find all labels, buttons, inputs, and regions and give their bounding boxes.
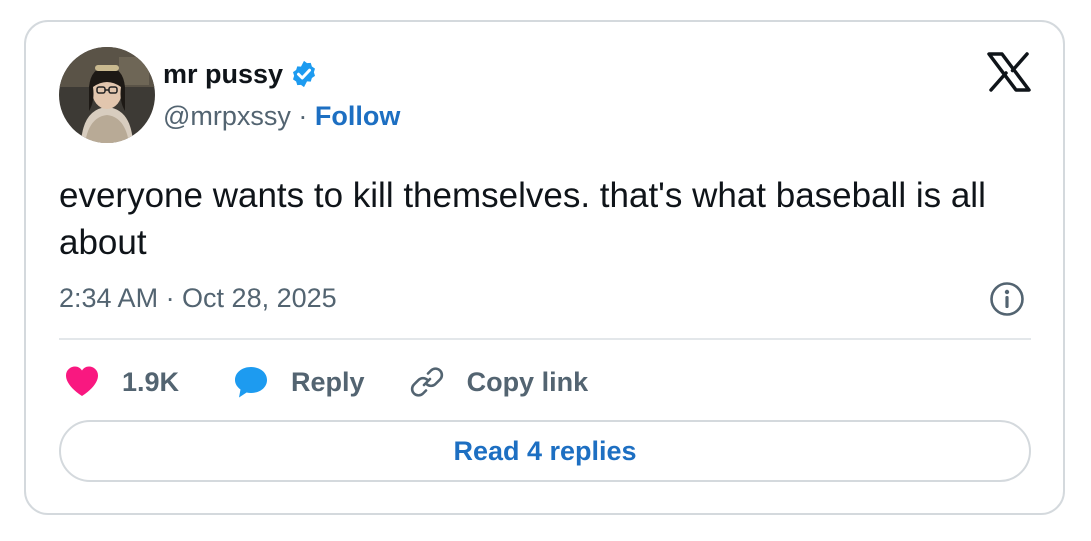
- post-text: everyone wants to kill themselves. that'…: [59, 176, 986, 262]
- handle-separator: ·: [290, 101, 315, 131]
- x-logo-icon[interactable]: [987, 52, 1031, 92]
- post-timestamp[interactable]: 2:34 AM · Oct 28, 2025: [59, 282, 337, 314]
- copy-link-label: Copy link: [466, 366, 589, 397]
- info-icon[interactable]: [989, 281, 1025, 317]
- author-handle[interactable]: @mrpxssy: [163, 101, 291, 131]
- reply-label: Reply: [291, 366, 365, 397]
- like-count: 1.9K: [122, 366, 180, 397]
- embedded-post-card: mr pussy @mrpxssy · Follow everyone want…: [24, 20, 1065, 515]
- action-bar: 1.9K Reply Copy link: [64, 362, 588, 402]
- divider: [59, 338, 1031, 340]
- link-icon: [410, 367, 443, 397]
- heart-icon: [66, 366, 98, 396]
- reply-button[interactable]: Reply: [233, 364, 365, 400]
- avatar[interactable]: [59, 47, 155, 143]
- author-display-name-row[interactable]: mr pussy: [163, 58, 319, 90]
- follow-button[interactable]: Follow: [315, 101, 400, 131]
- speech-bubble-icon: [235, 367, 268, 398]
- read-replies-label: Read 4 replies: [453, 435, 637, 466]
- author-handle-row: @mrpxssy · Follow: [163, 100, 400, 132]
- read-replies-button[interactable]: Read 4 replies: [59, 420, 1031, 482]
- author-display-name[interactable]: mr pussy: [163, 58, 283, 90]
- copy-link-button[interactable]: Copy link: [409, 364, 589, 400]
- verified-badge-icon: [289, 59, 319, 89]
- like-button[interactable]: 1.9K: [64, 364, 179, 400]
